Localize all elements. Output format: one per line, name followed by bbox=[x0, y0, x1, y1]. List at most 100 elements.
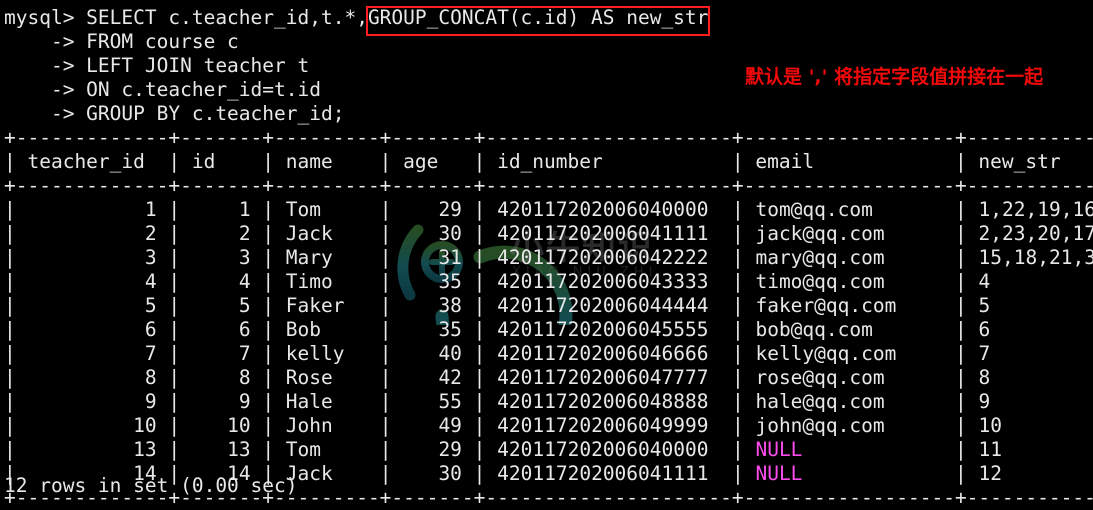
cell-separator: | bbox=[379, 270, 392, 293]
result-table: +-------------+-------+---------+-------… bbox=[4, 126, 1093, 510]
cell-email: jack@qq.com bbox=[743, 222, 956, 245]
cell-new_str: 2,23,20,17,14 bbox=[978, 222, 1093, 245]
cell-email: mary@qq.com bbox=[743, 246, 956, 269]
table-row: | 4 | 4 | Timo | 35 | 420117202006043333… bbox=[4, 270, 1093, 294]
cell-separator: | bbox=[379, 318, 392, 341]
cell-id_number: 420117202006045555 bbox=[485, 318, 732, 341]
table-row: | 2 | 2 | Jack | 30 | 420117202006041111… bbox=[4, 222, 1093, 246]
cell-name: kelly bbox=[274, 342, 380, 365]
cell-separator: | bbox=[4, 366, 16, 389]
cell-separator: | bbox=[731, 390, 744, 413]
cell-separator: | bbox=[4, 270, 16, 293]
cell-separator: | bbox=[473, 414, 486, 437]
cell-separator: | bbox=[955, 462, 967, 485]
cell-separator: | bbox=[168, 414, 181, 437]
cell-separator: | bbox=[262, 198, 275, 221]
cell-separator: | bbox=[262, 318, 275, 341]
cell-name: Timo bbox=[274, 270, 380, 293]
sql-line-2: -> LEFT JOIN teacher t bbox=[4, 54, 310, 77]
cell-id: 9 bbox=[180, 390, 263, 413]
cell-separator: | bbox=[262, 438, 275, 461]
cell-separator: | bbox=[379, 462, 392, 485]
rows-in-set-text: 12 rows in set (0.00 sec) bbox=[4, 474, 298, 497]
cell-name: Jack bbox=[274, 222, 380, 245]
cell-id_number: 420117202006046666 bbox=[485, 342, 732, 365]
cell-teacher_id: 9 bbox=[15, 390, 169, 413]
cell-separator: | bbox=[262, 270, 275, 293]
cell-separator: | bbox=[731, 342, 744, 365]
cell-age: 29 bbox=[391, 198, 474, 221]
cell-teacher_id: 8 bbox=[15, 366, 169, 389]
cell-separator: | bbox=[379, 390, 392, 413]
cell-teacher_id: 4 bbox=[15, 270, 169, 293]
cell-id_number: 420117202006040000 bbox=[485, 438, 732, 461]
cell-separator: | bbox=[473, 294, 486, 317]
cell-email: kelly@qq.com bbox=[743, 342, 956, 365]
cell-separator: | bbox=[731, 294, 744, 317]
cell-age: 35 bbox=[391, 270, 474, 293]
cell-id_number: 420117202006043333 bbox=[485, 270, 732, 293]
cell-name: Hale bbox=[274, 390, 380, 413]
table-row: | 6 | 6 | Bob | 35 | 420117202006045555 … bbox=[4, 318, 1093, 342]
cell-id: 4 bbox=[180, 270, 263, 293]
cell-separator: | bbox=[262, 222, 275, 245]
cell-id: 2 bbox=[180, 222, 263, 245]
cell-separator: | bbox=[168, 294, 181, 317]
cell-separator: | bbox=[731, 366, 744, 389]
cell-separator: | bbox=[955, 294, 967, 317]
cell-name: Rose bbox=[274, 366, 380, 389]
cell-separator: | bbox=[379, 294, 392, 317]
cell-separator: | bbox=[731, 318, 744, 341]
table-row: | 9 | 9 | Hale | 55 | 420117202006048888… bbox=[4, 390, 1093, 414]
cell-id: 5 bbox=[180, 294, 263, 317]
table-row: | 5 | 5 | Faker | 38 | 42011720200604444… bbox=[4, 294, 1093, 318]
cell-age: 38 bbox=[391, 294, 474, 317]
cell-separator: | bbox=[4, 222, 16, 245]
cell-email: NULL bbox=[743, 438, 956, 461]
cell-separator: | bbox=[731, 414, 744, 437]
cell-separator: | bbox=[168, 390, 181, 413]
cell-separator: | bbox=[379, 438, 392, 461]
cell-separator: | bbox=[262, 342, 275, 365]
cell-id_number: 420117202006041111 bbox=[485, 222, 732, 245]
cell-id_number: 420117202006044444 bbox=[485, 294, 732, 317]
cell-name: Bob bbox=[274, 318, 380, 341]
cell-separator: | bbox=[379, 198, 392, 221]
sql-line-1: -> FROM course c bbox=[4, 30, 239, 53]
cell-separator: | bbox=[168, 270, 181, 293]
cell-name: Faker bbox=[274, 294, 380, 317]
cell-separator: | bbox=[955, 318, 967, 341]
cell-separator: | bbox=[262, 294, 275, 317]
cell-separator: | bbox=[955, 414, 967, 437]
cell-separator: | bbox=[4, 318, 16, 341]
table-row: | 13 | 13 | Tom | 29 | 42011720200604000… bbox=[4, 438, 1093, 462]
cell-id: 3 bbox=[180, 246, 263, 269]
cell-email: bob@qq.com bbox=[743, 318, 956, 341]
cell-separator: | bbox=[168, 366, 181, 389]
cell-separator: | bbox=[955, 366, 967, 389]
cell-separator: | bbox=[473, 390, 486, 413]
cell-age: 30 bbox=[391, 462, 474, 485]
cell-separator: | bbox=[4, 198, 16, 221]
cell-new_str: 6 bbox=[978, 318, 991, 341]
cell-teacher_id: 2 bbox=[15, 222, 169, 245]
cell-separator: | bbox=[955, 222, 967, 245]
cell-id: 7 bbox=[180, 342, 263, 365]
cell-separator: | bbox=[473, 342, 486, 365]
cell-id_number: 420117202006047777 bbox=[485, 366, 732, 389]
cell-separator: | bbox=[731, 438, 744, 461]
cell-separator: | bbox=[731, 198, 744, 221]
cell-teacher_id: 10 bbox=[15, 414, 169, 437]
cell-email: faker@qq.com bbox=[743, 294, 956, 317]
table-border-header: +-------------+-------+---------+-------… bbox=[4, 174, 1093, 197]
cell-separator: | bbox=[262, 390, 275, 413]
cell-separator: | bbox=[731, 462, 744, 485]
cell-separator: | bbox=[379, 222, 392, 245]
cell-separator: | bbox=[473, 366, 486, 389]
cell-teacher_id: 5 bbox=[15, 294, 169, 317]
cell-new_str: 5 bbox=[978, 294, 991, 317]
cell-email: hale@qq.com bbox=[743, 390, 956, 413]
cell-id: 6 bbox=[180, 318, 263, 341]
cell-separator: | bbox=[4, 342, 16, 365]
cell-email: rose@qq.com bbox=[743, 366, 956, 389]
